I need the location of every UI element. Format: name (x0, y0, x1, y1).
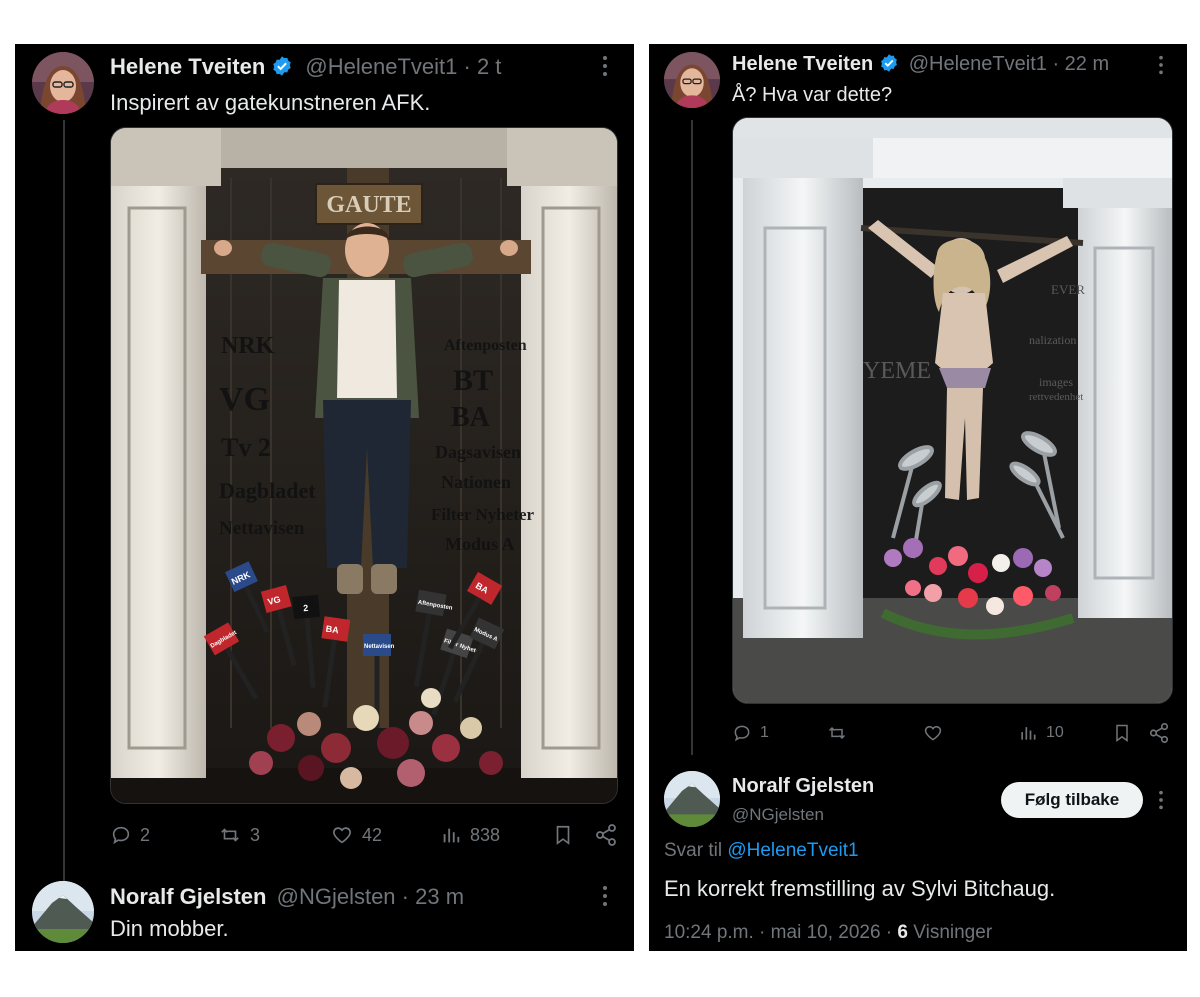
reply-time[interactable]: 10:24 p.m. (664, 922, 754, 943)
outlet-nrk: NRK (221, 333, 275, 359)
outlet-filter: Filter Nyheter (431, 505, 535, 524)
mic-label: BA (325, 624, 340, 636)
reply-text: En korrekt fremstilling av Sylvi Bitchau… (664, 876, 1056, 901)
wall-word: images (1039, 375, 1073, 389)
author-handle[interactable]: @HeleneTveit1 (909, 53, 1047, 75)
tweet-text: Å? Hva var dette? (732, 84, 893, 106)
reply-text: Din mobber. (110, 916, 229, 941)
more-icon[interactable] (1155, 789, 1167, 816)
tweet-actions: 1 10 (732, 719, 1172, 747)
wall-word: rettvedenhet (1029, 391, 1083, 403)
mic-label: 2 (303, 603, 309, 613)
views-icon (443, 828, 460, 843)
views-count: 10 (1046, 724, 1064, 741)
reply-to-line: Svar til @HeleneTveit1 (664, 840, 859, 862)
verified-badge-icon (271, 55, 293, 83)
tweet-text: Inspirert av gatekunstneren AFK. (110, 90, 431, 115)
avatar-helene[interactable] (664, 52, 720, 108)
like-count: 42 (362, 824, 383, 845)
verified-badge-icon (879, 53, 899, 79)
more-icon[interactable] (1155, 54, 1167, 81)
repost-button[interactable] (826, 723, 856, 743)
follow-back-button[interactable]: Følg tilbake (1001, 782, 1143, 818)
reply-button[interactable]: 2 (110, 824, 150, 846)
share-button[interactable] (1148, 722, 1170, 744)
tweet-time[interactable]: 22 m (1065, 53, 1109, 75)
tweet-image[interactable]: GAUTE NRK VG Tv 2 Dagbladet Nettavisen A… (110, 127, 618, 804)
repost-icon (828, 726, 846, 740)
repost-button[interactable]: 3 (218, 824, 260, 846)
bookmark-button[interactable] (1112, 722, 1132, 744)
street-art-photo: YEME nalization images rettvedenhet EVER (733, 118, 1172, 703)
timestamp-line: 10:24 p.m. · mai 10, 2026 · 6 Visninger (664, 922, 993, 943)
wall-word: EVER (1051, 282, 1085, 297)
author-name[interactable]: Helene Tveiten (110, 54, 265, 79)
reply-author-name[interactable]: Noralf Gjelsten (732, 775, 874, 798)
author-handle[interactable]: @HeleneTveit1 (305, 54, 457, 79)
share-icon (1149, 723, 1169, 743)
tweet-image[interactable]: YEME nalization images rettvedenhet EVER (732, 117, 1173, 704)
reply-author-name[interactable]: Noralf Gjelsten (110, 884, 266, 909)
right-screenshot-panel: Helene Tveiten @HeleneTveit1 · 22 m Å? H… (649, 44, 1187, 951)
reply-icon (112, 826, 130, 845)
reply-author-handle[interactable]: @NGjelsten (277, 884, 396, 909)
repost-icon (221, 828, 239, 842)
reply-author-header: Noralf Gjelsten @NGjelsten · 23 m (110, 884, 465, 909)
outlet-ba: BA (451, 402, 491, 433)
views-button[interactable]: 10 (1018, 723, 1064, 743)
author-name[interactable]: Helene Tveiten (732, 53, 873, 75)
author-header: Helene Tveiten @HeleneTveit1 · 2 t (110, 54, 501, 83)
outlet-tv2: Tv 2 (221, 433, 271, 462)
tweet-actions: 2 3 42 838 (110, 820, 620, 850)
reply-author-handle[interactable]: @NGjelsten (732, 805, 824, 825)
wall-word: YEME (863, 358, 931, 384)
reply-button[interactable]: 1 (732, 723, 769, 743)
like-icon (333, 827, 351, 844)
more-icon[interactable] (599, 54, 611, 83)
outlet-nettavisen: Nettavisen (219, 518, 305, 539)
cross-sign: GAUTE (326, 192, 411, 218)
thread-line (691, 120, 693, 755)
tweet-time[interactable]: 2 t (477, 54, 501, 79)
like-icon (924, 725, 942, 741)
bookmark-icon (556, 825, 570, 845)
author-header: Helene Tveiten @HeleneTveit1 · 22 m (732, 53, 1109, 79)
thread-line (63, 120, 65, 884)
views-button[interactable]: 838 (440, 824, 500, 846)
outlet-modus: Modus A (445, 534, 515, 554)
outlet-dagbladet: Dagbladet (219, 478, 316, 503)
mic-label: Nettavisen (364, 644, 395, 650)
like-button[interactable]: 42 (330, 824, 382, 846)
views-icon (1021, 727, 1036, 740)
outlet-nationen: Nationen (441, 472, 511, 492)
reply-time[interactable]: 23 m (415, 884, 464, 909)
views-label: Visninger (913, 922, 993, 943)
views-count: 838 (470, 824, 501, 845)
like-button[interactable] (922, 723, 952, 743)
avatar-noralf[interactable] (664, 771, 720, 827)
reply-icon (734, 725, 750, 742)
avatar-helene[interactable] (32, 52, 94, 114)
repost-count: 3 (250, 824, 261, 845)
wall-word: nalization (1029, 333, 1076, 347)
avatar-noralf[interactable] (32, 881, 94, 943)
left-screenshot-panel: Helene Tveiten @HeleneTveit1 · 2 t Inspi… (15, 44, 634, 951)
reply-to-prefix: Svar til (664, 840, 723, 861)
outlet-dagsavisen: Dagsavisen (435, 442, 521, 462)
outlet-vg: VG (219, 381, 270, 418)
reply-date[interactable]: mai 10, 2026 (771, 922, 881, 943)
views-number: 6 (897, 922, 908, 943)
share-icon (596, 824, 616, 846)
bookmark-icon (1116, 724, 1128, 742)
reply-to-handle[interactable]: @HeleneTveit1 (727, 840, 858, 861)
outlet-aftenposten: Aftenposten (444, 337, 527, 354)
outlet-bt: BT (453, 364, 493, 397)
bookmark-button[interactable] (552, 823, 574, 847)
reply-count: 2 (140, 824, 151, 845)
more-icon[interactable] (599, 884, 611, 913)
crucifixion-artwork: GAUTE NRK VG Tv 2 Dagbladet Nettavisen A… (111, 128, 617, 803)
share-button[interactable] (594, 823, 618, 847)
reply-count: 1 (760, 724, 769, 741)
